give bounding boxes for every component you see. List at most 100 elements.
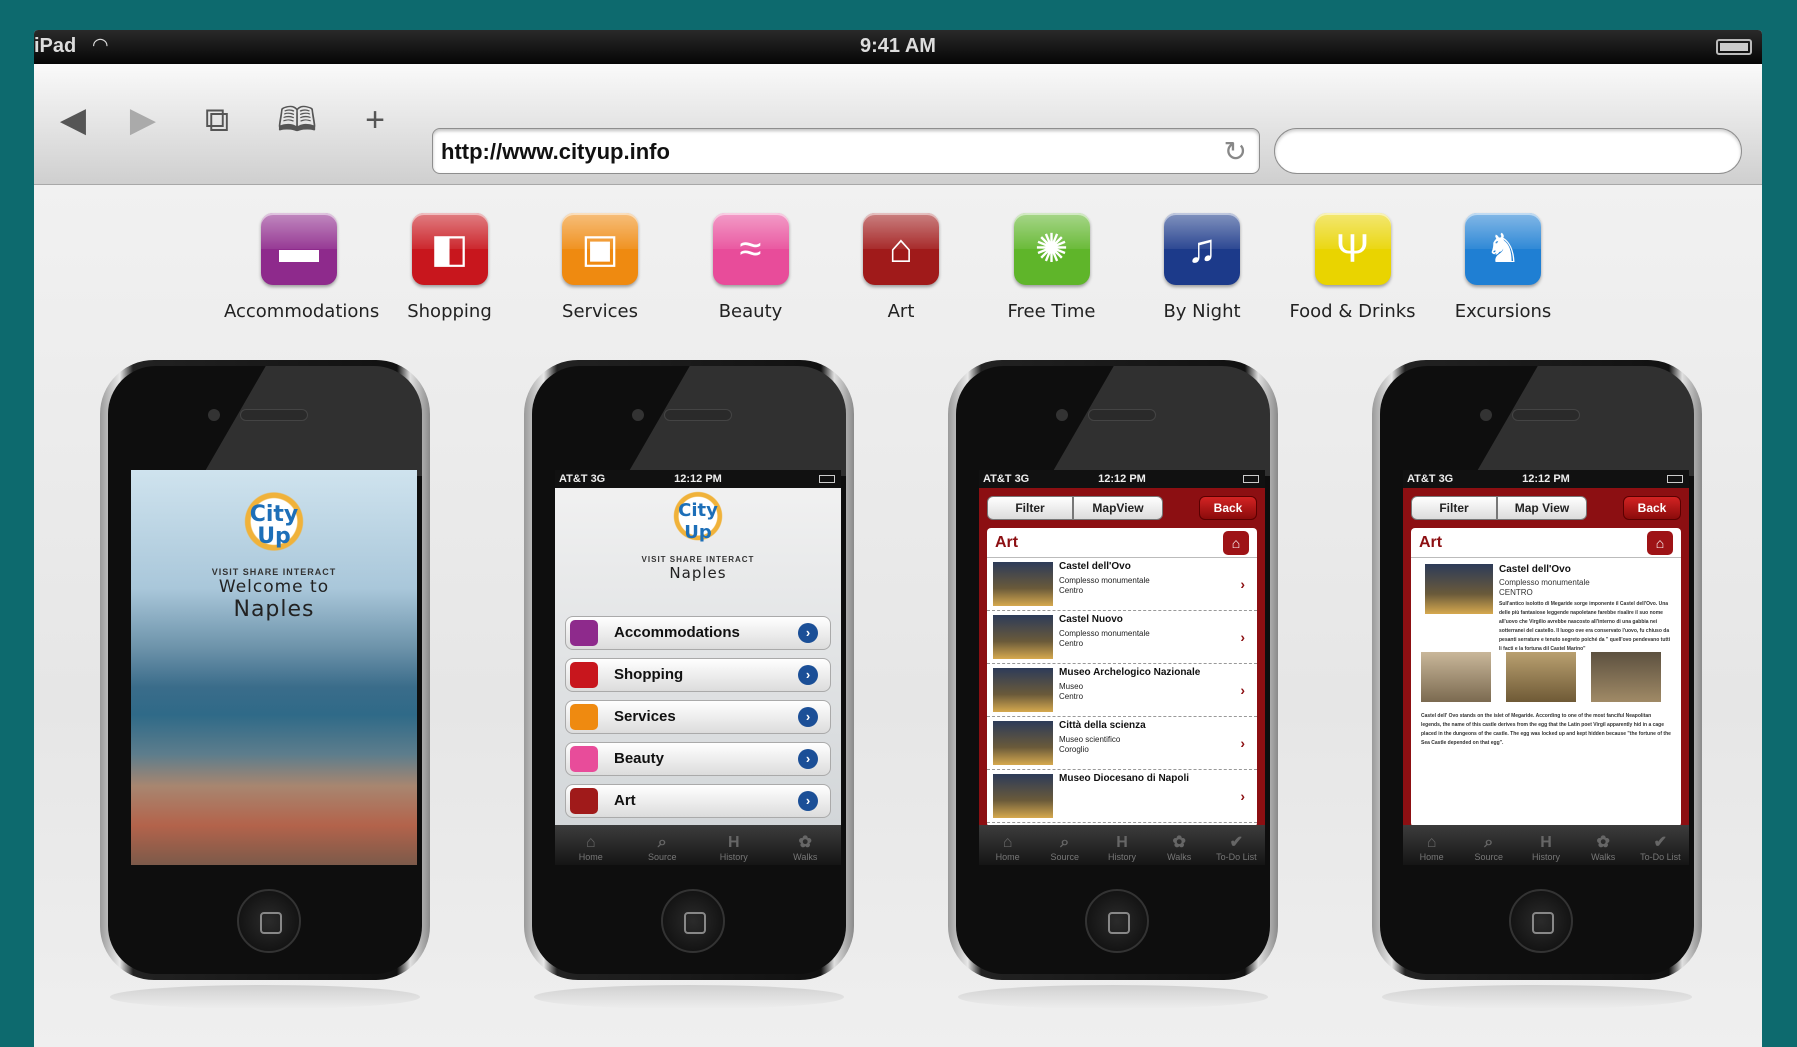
menu-item[interactable]: Beauty › bbox=[565, 742, 831, 776]
url-text: http://www.cityup.info bbox=[441, 139, 670, 164]
tab-label: Walks bbox=[793, 852, 818, 862]
chevron-right-icon: › bbox=[1240, 576, 1245, 592]
mapview-button[interactable]: Map View bbox=[1497, 496, 1587, 520]
category-art[interactable]: ⌂ Art bbox=[826, 213, 976, 322]
item-title: Città della scienza bbox=[1059, 720, 1146, 731]
tab-history[interactable]: H History bbox=[708, 834, 760, 862]
filter-button[interactable]: Filter bbox=[1411, 496, 1497, 520]
tab-walks[interactable]: ✿ Walks bbox=[1577, 834, 1629, 862]
list-item[interactable]: Città della scienza Museo scientifico Coro… bbox=[987, 717, 1257, 770]
tab-source[interactable]: ⌕ Source bbox=[1463, 834, 1515, 862]
menu-item-label: Services bbox=[614, 708, 676, 725]
menu-item[interactable]: Accommodations › bbox=[565, 616, 831, 650]
menu-item-label: Beauty bbox=[614, 750, 665, 767]
detail-title: Castel dell'Ovo bbox=[1499, 564, 1571, 575]
search-input[interactable] bbox=[1274, 128, 1742, 174]
filter-button[interactable]: Filter bbox=[987, 496, 1073, 520]
section-title: Art bbox=[1419, 534, 1443, 551]
category-services[interactable]: ▣ Services bbox=[525, 213, 675, 322]
chevron-right-icon: › bbox=[798, 623, 818, 643]
tagline: VISIT SHARE INTERACT bbox=[211, 567, 337, 577]
menu-item[interactable]: Art › bbox=[565, 784, 831, 818]
add-bookmark-icon[interactable]: + bbox=[352, 98, 398, 142]
category-label: Art bbox=[887, 301, 915, 322]
menu-item[interactable]: Services › bbox=[565, 700, 831, 734]
tab-to-do-list[interactable]: ✔ To-Do List bbox=[1210, 834, 1262, 862]
home-button[interactable] bbox=[1509, 889, 1573, 953]
tab-label: History bbox=[719, 852, 748, 862]
list-item[interactable]: Museo Archelogico Nazionale Museo Centro › bbox=[987, 664, 1257, 717]
tab-label: Source bbox=[1050, 852, 1080, 862]
reload-icon[interactable]: ↻ bbox=[1224, 135, 1247, 168]
category-accommodations[interactable]: ▬ Accommodations bbox=[224, 213, 380, 322]
art-list-screen: AT&T 3G 12:12 PM Filter MapView Back Art ⌂… bbox=[979, 470, 1265, 865]
tab-label: Walks bbox=[1591, 852, 1616, 862]
phone-detail: AT&T 3G 12:12 PM Filter Map View Back Art… bbox=[1372, 360, 1702, 1009]
category-free-time[interactable]: ✺ Free Time bbox=[977, 213, 1127, 322]
tab-home[interactable]: ⌂ Home bbox=[1406, 834, 1458, 862]
category-label: Excursions bbox=[1454, 301, 1552, 322]
tab-bar: ⌂ Home ⌕ Source H History ✿ Walks ✔ To-Do List bbox=[979, 825, 1265, 865]
tab-source[interactable]: ⌕ Source bbox=[636, 834, 688, 862]
chevron-right-icon: › bbox=[1240, 788, 1245, 804]
tab-home[interactable]: ⌂ Home bbox=[565, 834, 617, 862]
item-subtitle: Complesso monumentale bbox=[1059, 576, 1150, 585]
tab-source[interactable]: ⌕ Source bbox=[1039, 834, 1091, 862]
address-bar[interactable]: http://www.cityup.info ↻ bbox=[432, 128, 1260, 174]
home-button[interactable] bbox=[661, 889, 725, 953]
by-night-icon: ♫ bbox=[1164, 213, 1240, 285]
photo-1 bbox=[1421, 652, 1491, 702]
home-button[interactable] bbox=[1085, 889, 1149, 953]
detail-screen: AT&T 3G 12:12 PM Filter Map View Back Art… bbox=[1403, 470, 1689, 865]
item-subtitle: Museo scientifico bbox=[1059, 735, 1121, 744]
category-shopping[interactable]: ◧ Shopping bbox=[375, 213, 525, 322]
back-button[interactable]: Back bbox=[1623, 496, 1681, 520]
category-icon bbox=[570, 620, 598, 646]
chevron-right-icon: › bbox=[1240, 629, 1245, 645]
category-label: By Night bbox=[1163, 301, 1241, 322]
item-area: Coroglio bbox=[1059, 745, 1089, 754]
category-label: Accommodations bbox=[224, 301, 380, 322]
home-button[interactable] bbox=[237, 889, 301, 953]
menu-item[interactable]: Shopping › bbox=[565, 658, 831, 692]
tab-walks[interactable]: ✿ Walks bbox=[1153, 834, 1205, 862]
category-label: Free Time bbox=[1007, 301, 1096, 322]
category-excursions[interactable]: ♞ Excursions bbox=[1428, 213, 1578, 322]
tab-history[interactable]: H History bbox=[1520, 834, 1572, 862]
menu-item-label: Accommodations bbox=[614, 624, 740, 641]
tab-bar: ⌂ Home ⌕ Source H History ✿ Walks ✔ To-Do List bbox=[1403, 825, 1689, 865]
list-item[interactable]: Museo Diocesano di Napoli › bbox=[987, 770, 1257, 823]
thumbnail bbox=[993, 774, 1053, 818]
menu-screen: AT&T 3G 12:12 PM City Up VISIT SHARE INTE… bbox=[555, 470, 841, 865]
back-arrow-icon[interactable]: ◀ bbox=[50, 98, 96, 142]
item-title: Museo Diocesano di Napoli bbox=[1059, 773, 1190, 784]
back-button[interactable]: Back bbox=[1199, 496, 1257, 520]
item-area: Centro bbox=[1059, 639, 1084, 648]
tab-label: To-Do List bbox=[1216, 852, 1257, 862]
tabs-icon[interactable]: ⧉ bbox=[194, 98, 240, 142]
category-food-drinks[interactable]: Ψ Food & Drinks bbox=[1278, 213, 1428, 322]
art-icon: ⌂ bbox=[1223, 531, 1249, 555]
battery-icon bbox=[1716, 39, 1752, 55]
category-label: Services bbox=[562, 301, 638, 322]
item-area: Centro bbox=[1059, 692, 1084, 701]
category-beauty[interactable]: ≈ Beauty bbox=[676, 213, 826, 322]
bookmarks-icon[interactable]: 🕮 bbox=[272, 98, 322, 142]
list-item[interactable]: Castel dell'Ovo Complesso monumentale Cent… bbox=[987, 558, 1257, 611]
category-label: Food & Drinks bbox=[1289, 301, 1416, 322]
tab-icon: ✔ bbox=[1229, 834, 1244, 851]
category-by-night[interactable]: ♫ By Night bbox=[1127, 213, 1277, 322]
tab-icon: ✔ bbox=[1653, 834, 1668, 851]
tab-label: To-Do List bbox=[1640, 852, 1681, 862]
tab-label: History bbox=[1107, 852, 1136, 862]
tab-home[interactable]: ⌂ Home bbox=[982, 834, 1034, 862]
tab-icon: ✿ bbox=[1172, 834, 1186, 851]
tab-history[interactable]: H History bbox=[1096, 834, 1148, 862]
tab-walks[interactable]: ✿ Walks bbox=[779, 834, 831, 862]
list-item[interactable]: Castel Nuovo Complesso monumentale Centro › bbox=[987, 611, 1257, 664]
welcome-city: Naples bbox=[233, 597, 315, 622]
forward-arrow-icon[interactable]: ▶ bbox=[120, 98, 166, 142]
mapview-button[interactable]: MapView bbox=[1073, 496, 1163, 520]
art-icon: ⌂ bbox=[863, 213, 939, 285]
tab-to-do-list[interactable]: ✔ To-Do List bbox=[1634, 834, 1686, 862]
